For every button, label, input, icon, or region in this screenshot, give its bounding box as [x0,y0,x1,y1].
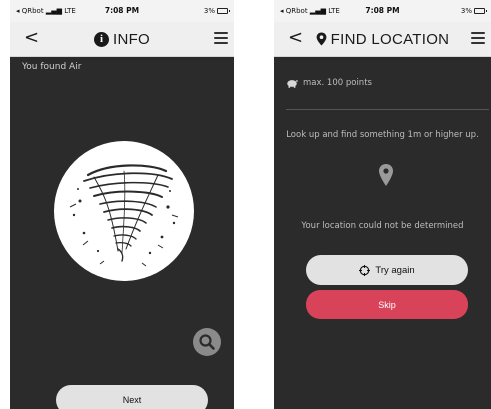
battery-percent: 3% [203,7,215,15]
info-icon: i [93,31,109,47]
location-pin-icon [316,32,327,46]
nav-bar: < FIND LOCATION [274,22,491,57]
find-location-screen: ◂ QRbot ▂▄▆ LTE 7:08 PM 3% < FIND LOCATI… [274,0,491,409]
next-button[interactable]: Next [56,385,208,409]
status-bar: ◂ QRbot ▂▄▆ LTE 7:08 PM 3% [10,0,234,22]
page-title: INFO [112,30,151,48]
try-again-button[interactable]: Try again [306,255,468,285]
battery-icon [217,8,230,14]
info-screen: ◂ QRbot ▂▄▆ LTE 7:08 PM 3% < i INFO You … [10,0,234,409]
hamburger-menu-icon[interactable] [214,32,228,45]
try-again-label: Try again [375,264,415,276]
battery-icon [474,8,487,14]
piggy-bank-icon [287,79,298,88]
divider [286,109,489,110]
map-marker-icon [379,164,393,186]
tornado-illustration [54,141,194,281]
crosshair-icon [359,264,371,276]
tornado-icon [69,164,179,267]
battery-percent: 3% [460,7,472,15]
points-text: max. 100 points [303,78,372,88]
skip-label: Skip [378,299,396,310]
nav-title: i INFO [10,28,234,50]
search-icon [199,334,215,350]
status-bar: ◂ QRbot ▂▄▆ LTE 7:08 PM 3% [274,0,491,22]
skip-button[interactable]: Skip [306,290,468,319]
location-error-text: Your location could not be determined [301,221,464,231]
status-time: 7:08 PM [365,6,400,15]
page-title: FIND LOCATION [330,30,450,48]
status-time: 7:08 PM [104,6,140,15]
nav-title: FIND LOCATION [274,28,491,50]
nav-bar: < i INFO [10,22,234,57]
found-element-text: You found Air [22,62,82,72]
hint-text: Look up and find something 1m or higher … [286,130,479,140]
zoom-button[interactable] [193,328,221,356]
points-row: max. 100 points [286,78,372,88]
hamburger-menu-icon[interactable] [471,32,485,45]
